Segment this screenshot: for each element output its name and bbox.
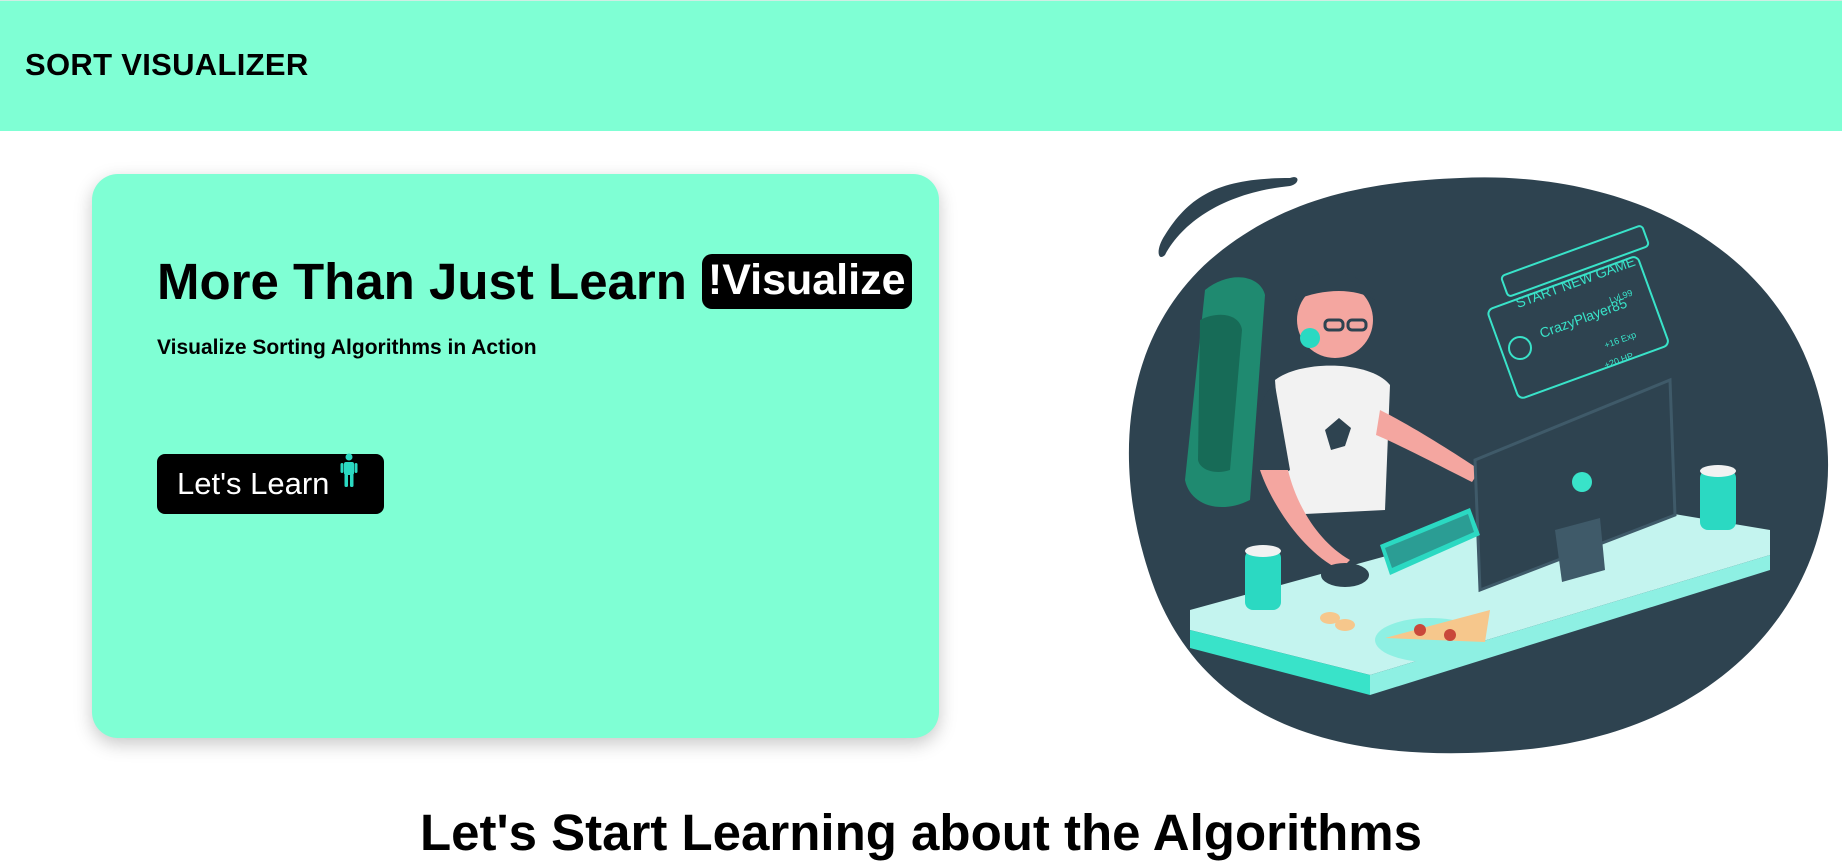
hero-title-highlight: !Visualize — [701, 254, 912, 309]
hero-title-text: More Than Just Learn — [157, 253, 687, 310]
person-icon — [339, 453, 359, 497]
section-heading: Let's Start Learning about the Algorithm… — [420, 804, 1422, 861]
gamer-illustration: START NEW GAME CrazyPlayer85 Lvl 99 +16 … — [1100, 170, 1840, 765]
lets-learn-button[interactable]: Let's Learn — [157, 453, 384, 514]
lets-learn-label: Let's Learn — [177, 466, 330, 501]
hero-subtitle: Visualize Sorting Algorithms in Action — [157, 336, 537, 359]
hero-card: More Than Just Learn !Visualize Visualiz… — [92, 174, 939, 738]
brand-title[interactable]: SORT VISUALIZER — [25, 47, 309, 83]
navbar: SORT VISUALIZER — [0, 0, 1842, 131]
hero-title: More Than Just Learn !Visualize — [157, 252, 912, 311]
